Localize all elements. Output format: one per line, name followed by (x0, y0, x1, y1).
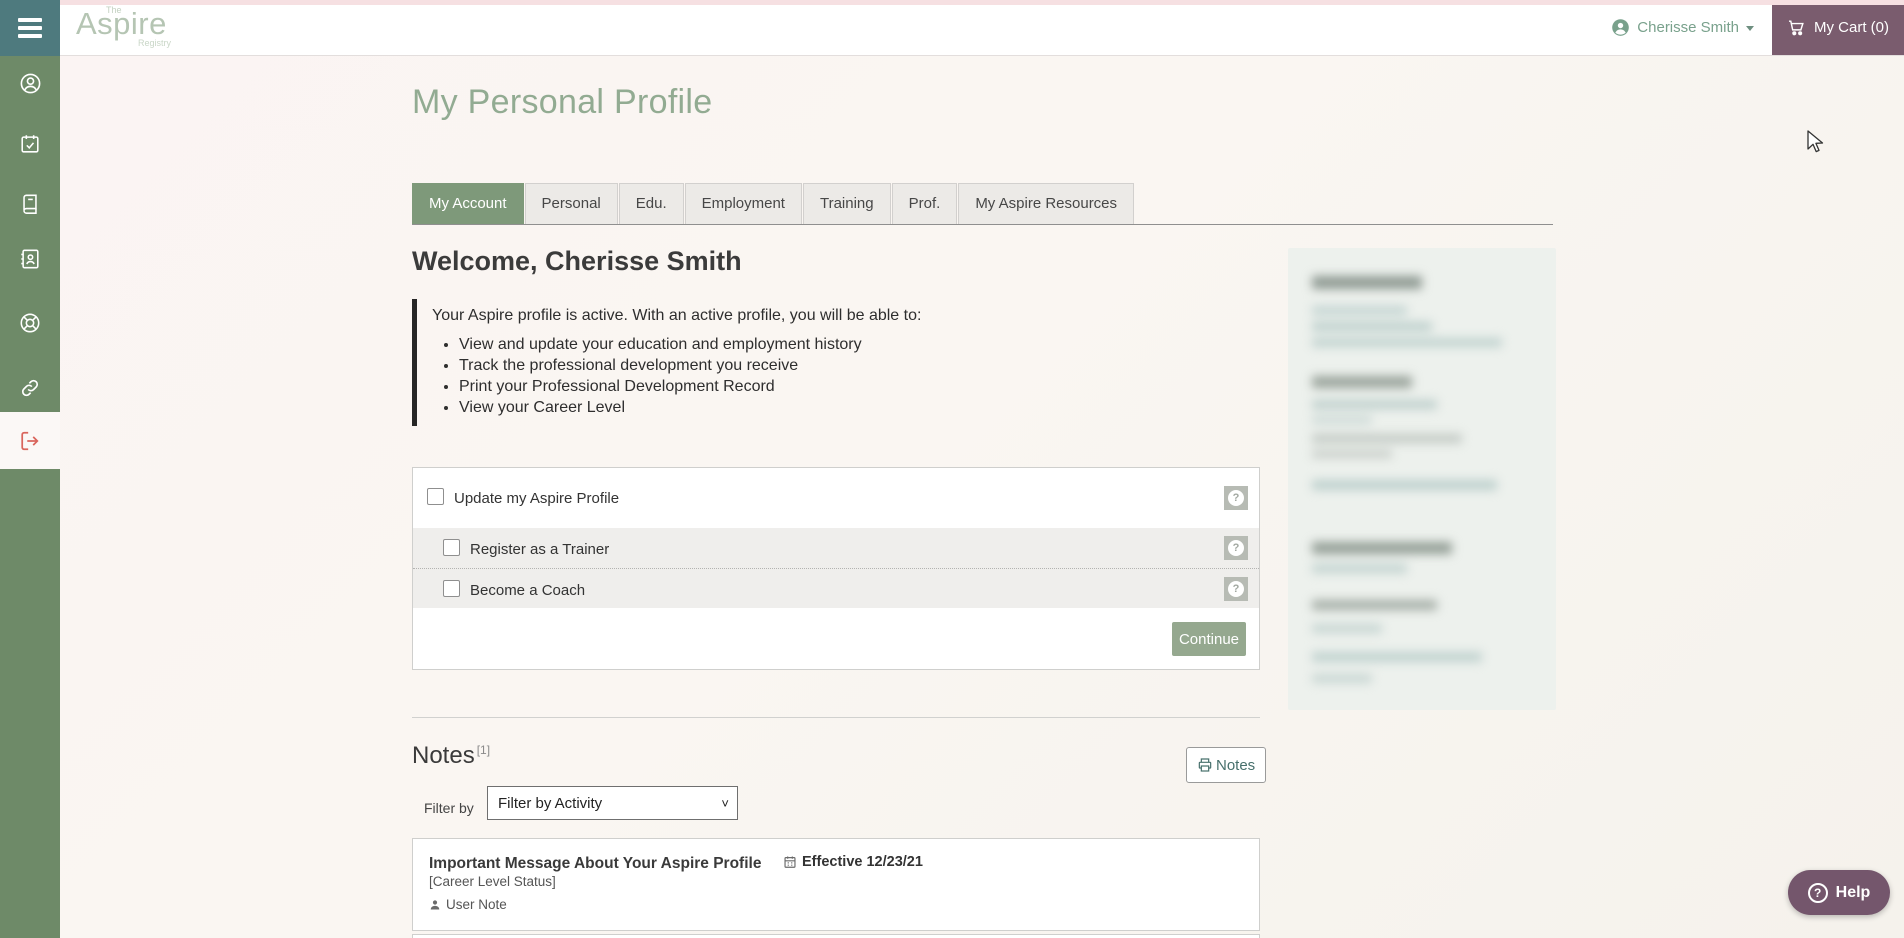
user-circle-icon (1611, 18, 1630, 37)
become-coach-checkbox[interactable] (443, 580, 460, 597)
tab-employment[interactable]: Employment (685, 183, 802, 224)
update-profile-checkbox[interactable] (427, 488, 444, 505)
question-mark-icon: ? (1228, 540, 1244, 556)
profile-active-intro: Your Aspire profile is active. With an a… (432, 307, 1202, 325)
register-trainer-checkbox[interactable] (443, 539, 460, 556)
benefit-item: Track the professional development you r… (459, 357, 1202, 375)
chevron-down-icon (1746, 26, 1754, 31)
my-cart-label: My Cart (0) (1814, 19, 1889, 36)
note-type: User Note (446, 897, 507, 912)
section-divider (412, 717, 1260, 718)
top-bar: The Aspire Registry Cherisse Smith (0, 0, 1904, 56)
user-menu-name: Cherisse Smith (1637, 19, 1739, 36)
address-book-icon (19, 248, 41, 270)
life-ring-icon (19, 312, 41, 334)
cart-icon (1787, 18, 1806, 37)
help-icon[interactable]: ? (1224, 577, 1248, 601)
profile-tabs: My Account Personal Edu. Employment Trai… (412, 183, 1553, 225)
tab-edu[interactable]: Edu. (619, 183, 684, 224)
print-notes-button[interactable]: Notes (1186, 747, 1266, 783)
note-list-item-partial (412, 934, 1260, 938)
notes-heading: Notes[1] (412, 742, 490, 770)
notes-filter-wrap: Filter by Activity ˅ (487, 786, 738, 820)
left-sidebar (0, 56, 60, 938)
filter-by-label: Filter by (424, 800, 474, 816)
profile-benefits-list: View and update your education and emplo… (432, 336, 1202, 417)
note-list-item[interactable]: Important Message About Your Aspire Prof… (412, 838, 1260, 931)
help-button[interactable]: ? Help (1788, 870, 1890, 915)
note-effective-date: Effective 12/23/21 (783, 854, 923, 870)
question-mark-icon: ? (1228, 490, 1244, 506)
benefit-item: View and update your education and emplo… (459, 336, 1202, 354)
logo-registry: Registry (138, 38, 171, 48)
print-notes-label: Notes (1216, 757, 1255, 774)
tab-my-aspire-resources[interactable]: My Aspire Resources (958, 183, 1134, 224)
user-menu[interactable]: Cherisse Smith (1593, 0, 1772, 55)
sidebar-item-contacts[interactable] (0, 246, 60, 272)
mouse-cursor (1806, 130, 1828, 154)
question-mark-icon: ? (1228, 581, 1244, 597)
continue-button[interactable]: Continue (1172, 622, 1246, 656)
top-accent-strip (60, 0, 1904, 5)
redacted-content (1288, 248, 1556, 710)
notes-count-badge: [1] (477, 743, 490, 757)
effective-date-label: Effective 12/23/21 (802, 854, 923, 870)
help-icon[interactable]: ? (1224, 536, 1248, 560)
hamburger-menu-button[interactable] (0, 0, 60, 56)
option-label: Register as a Trainer (470, 541, 609, 558)
sidebar-item-user[interactable] (0, 70, 60, 96)
calendar-icon (783, 855, 797, 869)
help-button-label: Help (1836, 884, 1871, 902)
notes-heading-label: Notes (412, 742, 475, 769)
profile-summary-panel-redacted (1288, 248, 1556, 710)
help-icon[interactable]: ? (1224, 486, 1248, 510)
option-label: Become a Coach (470, 582, 585, 599)
tab-prof[interactable]: Prof. (892, 183, 958, 224)
tab-personal[interactable]: Personal (525, 183, 618, 224)
page-title: My Personal Profile (412, 83, 712, 122)
logo-main: Aspire (76, 6, 167, 42)
sidebar-item-links[interactable] (0, 375, 60, 401)
top-bar-right: Cherisse Smith My Cart (0) (1593, 0, 1904, 55)
link-icon (19, 377, 41, 399)
sidebar-item-support[interactable] (0, 310, 60, 336)
sidebar-item-logout[interactable] (0, 412, 60, 469)
tab-my-account[interactable]: My Account (412, 183, 524, 224)
note-meta: User Note (429, 897, 1243, 912)
tab-training[interactable]: Training (803, 183, 891, 224)
option-row-update-profile: Update my Aspire Profile ? (413, 468, 1259, 528)
app-window: The Aspire Registry Cherisse Smith (0, 0, 1904, 938)
note-category: [Career Level Status] (429, 874, 1243, 889)
question-circle-icon: ? (1808, 883, 1828, 903)
sign-out-icon (19, 430, 41, 452)
aspire-logo[interactable]: The Aspire Registry (76, 0, 216, 55)
option-row-register-trainer: Register as a Trainer ? (413, 528, 1259, 568)
calendar-check-icon (19, 133, 41, 155)
printer-icon (1197, 757, 1213, 773)
sidebar-item-book[interactable] (0, 191, 60, 217)
user-circle-icon (19, 72, 42, 95)
option-row-become-coach: Become a Coach ? (413, 568, 1259, 608)
welcome-heading: Welcome, Cherisse Smith (412, 246, 742, 277)
book-icon (19, 193, 41, 215)
profile-options-panel: Update my Aspire Profile ? Register as a… (412, 467, 1260, 670)
profile-active-blockquote: Your Aspire profile is active. With an a… (412, 299, 1202, 426)
benefit-item: Print your Professional Development Reco… (459, 378, 1202, 396)
user-icon (429, 899, 441, 911)
my-cart-button[interactable]: My Cart (0) (1772, 0, 1904, 55)
sidebar-item-calendar[interactable] (0, 131, 60, 157)
benefit-item: View your Career Level (459, 399, 1202, 417)
note-body: Important Message About Your Aspire Prof… (413, 839, 1259, 930)
notes-filter-select[interactable]: Filter by Activity (487, 786, 738, 820)
option-label: Update my Aspire Profile (454, 490, 619, 507)
